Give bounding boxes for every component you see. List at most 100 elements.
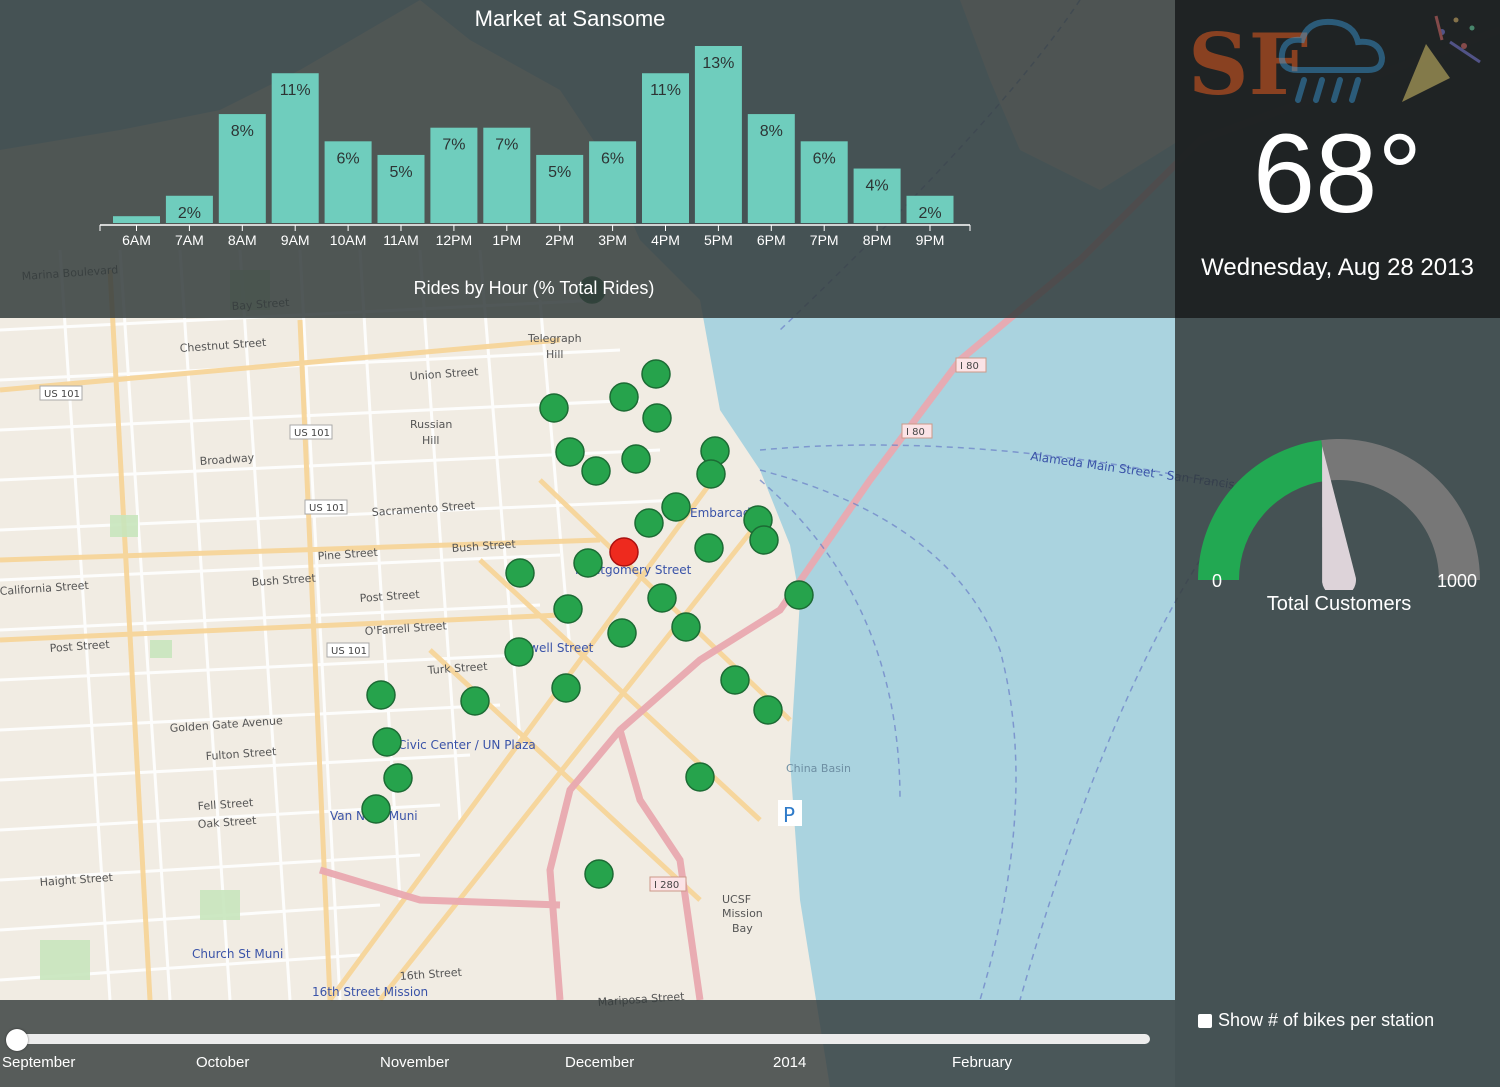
current-date: Wednesday, Aug 28 2013 <box>1201 254 1474 281</box>
timeline-month-label: November <box>380 1054 450 1071</box>
station-marker <box>642 403 672 433</box>
bikes-per-station-checkbox[interactable] <box>1198 1013 1212 1028</box>
chart-tick-label: 1PM <box>492 232 521 248</box>
map-label: Russian <box>410 418 452 431</box>
map-label: China Basin <box>786 762 851 775</box>
chart-data-label: 11% <box>280 82 311 99</box>
chart-data-label: 5% <box>548 164 571 181</box>
svg-text:US 101: US 101 <box>44 389 80 400</box>
station-marker <box>753 695 783 725</box>
station-marker <box>581 456 611 486</box>
station-marker <box>366 680 396 710</box>
chart-bar[interactable] <box>113 216 160 223</box>
svg-text:US 101: US 101 <box>309 503 345 514</box>
map-label: Mission <box>722 907 763 920</box>
map-label-transit: 16th Street Mission <box>312 985 428 999</box>
chart-data-label: 8% <box>760 123 783 140</box>
chart-tick-label: 7PM <box>810 232 839 248</box>
chart-tick-label: 6PM <box>757 232 786 248</box>
svg-text:SF: SF <box>1188 15 1308 107</box>
chart-data-label: 6% <box>813 150 836 167</box>
station-marker <box>641 359 671 389</box>
station-marker <box>539 393 569 423</box>
chart-tick-label: 7AM <box>175 232 204 248</box>
chart-tick-label: 2PM <box>545 232 574 248</box>
gauge-title: Total Customers <box>1266 593 1412 615</box>
bikes-per-station-toggle[interactable]: Show # of bikes per station <box>1198 1010 1434 1031</box>
station-marker-selected <box>609 537 639 567</box>
gauge-fill <box>1198 440 1327 580</box>
chart-data-label: 13% <box>702 55 734 72</box>
station-marker <box>634 508 664 538</box>
map-label: Bay <box>732 922 753 935</box>
chart-data-label: 4% <box>866 178 889 195</box>
station-marker <box>784 580 814 610</box>
map-label-transit: Civic Center / UN Plaza <box>398 738 536 752</box>
station-marker <box>685 762 715 792</box>
svg-text:P: P <box>783 803 795 827</box>
giants-logo-icon: SF <box>1188 15 1308 107</box>
timeline-month-label: February <box>952 1054 1013 1071</box>
station-marker <box>609 382 639 412</box>
gauge-max-label: 1000 <box>1437 571 1478 591</box>
station-marker <box>361 794 391 824</box>
chart-data-label: 2% <box>178 205 201 222</box>
chart-data-label: 5% <box>389 164 412 181</box>
chart-tick-label: 3PM <box>598 232 627 248</box>
chart-axis-label: Rides by Hour (% Total Rides) <box>413 278 655 298</box>
station-marker <box>720 665 750 695</box>
chart-bar[interactable] <box>694 46 742 223</box>
timeline-month-label: December <box>565 1054 635 1071</box>
gauge-min-label: 0 <box>1212 571 1223 591</box>
timeline-month-label: 2014 <box>773 1054 807 1071</box>
temperature-value: 68° <box>1252 111 1423 236</box>
chart-data-label: 7% <box>442 137 465 154</box>
party-popper-icon <box>1402 15 1481 102</box>
chart-data-label: 7% <box>495 137 518 154</box>
chart-tick-label: 10AM <box>330 232 367 248</box>
chart-tick-label: 8AM <box>228 232 257 248</box>
chart-tick-label: 4PM <box>651 232 680 248</box>
chart-tick-label: 9AM <box>281 232 310 248</box>
station-marker <box>584 859 614 889</box>
station-marker <box>749 525 779 555</box>
station-marker <box>504 637 534 667</box>
timeline-month-label: September <box>2 1054 76 1071</box>
station-marker <box>696 459 726 489</box>
station-marker <box>573 548 603 578</box>
svg-text:US 101: US 101 <box>331 646 367 657</box>
station-marker <box>383 763 413 793</box>
chart-tick-label: 6AM <box>122 232 151 248</box>
timeline-month-label: October <box>196 1054 250 1071</box>
chart-data-label: 2% <box>918 205 941 222</box>
chart-tick-label: 8PM <box>863 232 892 248</box>
station-marker <box>555 437 585 467</box>
timeline-slider-track[interactable] <box>16 1034 1150 1044</box>
map-label: Hill <box>546 348 563 361</box>
chart-tick-label: 12PM <box>436 232 473 248</box>
station-marker <box>694 533 724 563</box>
station-marker <box>372 727 402 757</box>
chart-data-label: 8% <box>231 123 254 140</box>
chart-data-label: 6% <box>337 150 360 167</box>
svg-text:I 80: I 80 <box>960 361 979 372</box>
map-label: Hill <box>422 434 439 447</box>
station-marker <box>505 558 535 588</box>
station-marker <box>607 618 637 648</box>
chart-data-label: 11% <box>650 82 681 99</box>
map-label-transit: Church St Muni <box>192 947 283 961</box>
station-marker <box>671 612 701 642</box>
map-label: Telegraph <box>527 332 582 345</box>
bikes-per-station-label: Show # of bikes per station <box>1218 1010 1435 1030</box>
timeline-slider-handle[interactable] <box>6 1029 28 1051</box>
station-marker <box>621 444 651 474</box>
svg-text:I 80: I 80 <box>906 427 925 438</box>
station-marker <box>460 686 490 716</box>
chart-tick-label: 11AM <box>383 232 419 248</box>
customers-gauge <box>1198 439 1480 590</box>
station-marker <box>661 492 691 522</box>
station-marker <box>647 583 677 613</box>
station-marker <box>553 594 583 624</box>
chart-data-label: 6% <box>601 150 624 167</box>
station-marker <box>551 673 581 703</box>
